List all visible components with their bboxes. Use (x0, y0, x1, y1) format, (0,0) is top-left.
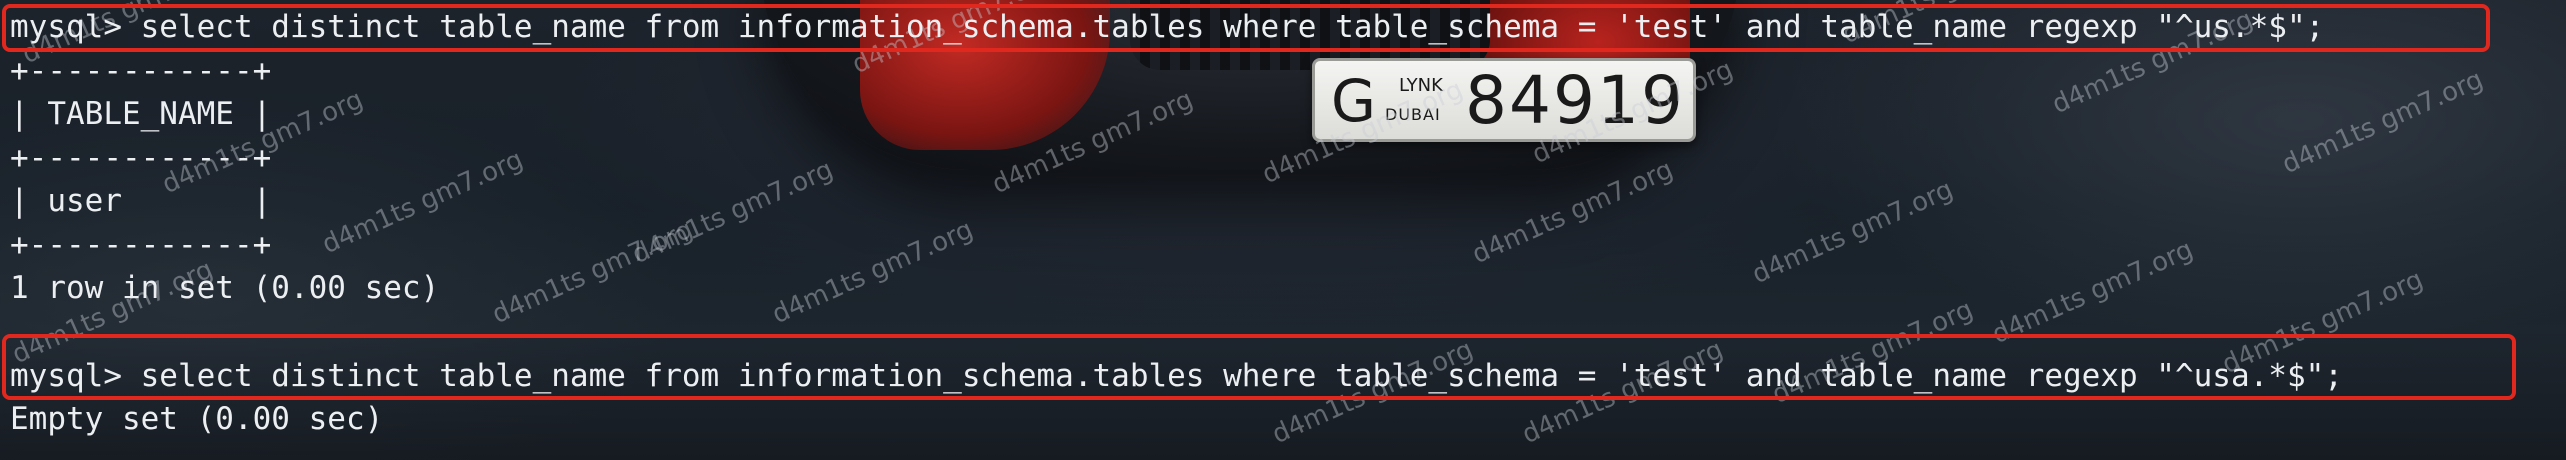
terminal-line-table-border: +------------+ (10, 227, 272, 263)
terminal-line-table-row: | user | (10, 183, 272, 219)
terminal-line-result-empty: Empty set (0.00 sec) (10, 401, 384, 437)
highlight-box-command-1 (2, 4, 2490, 52)
terminal-output[interactable]: mysql> select distinct table_name from i… (0, 0, 2566, 460)
terminal-line-table-border: +------------+ (10, 53, 272, 89)
terminal-line-table-header: | TABLE_NAME | (10, 96, 272, 132)
terminal-line-result-summary: 1 row in set (0.00 sec) (10, 270, 440, 306)
terminal-line-table-border: +------------+ (10, 140, 272, 176)
highlight-box-command-2 (2, 334, 2516, 400)
